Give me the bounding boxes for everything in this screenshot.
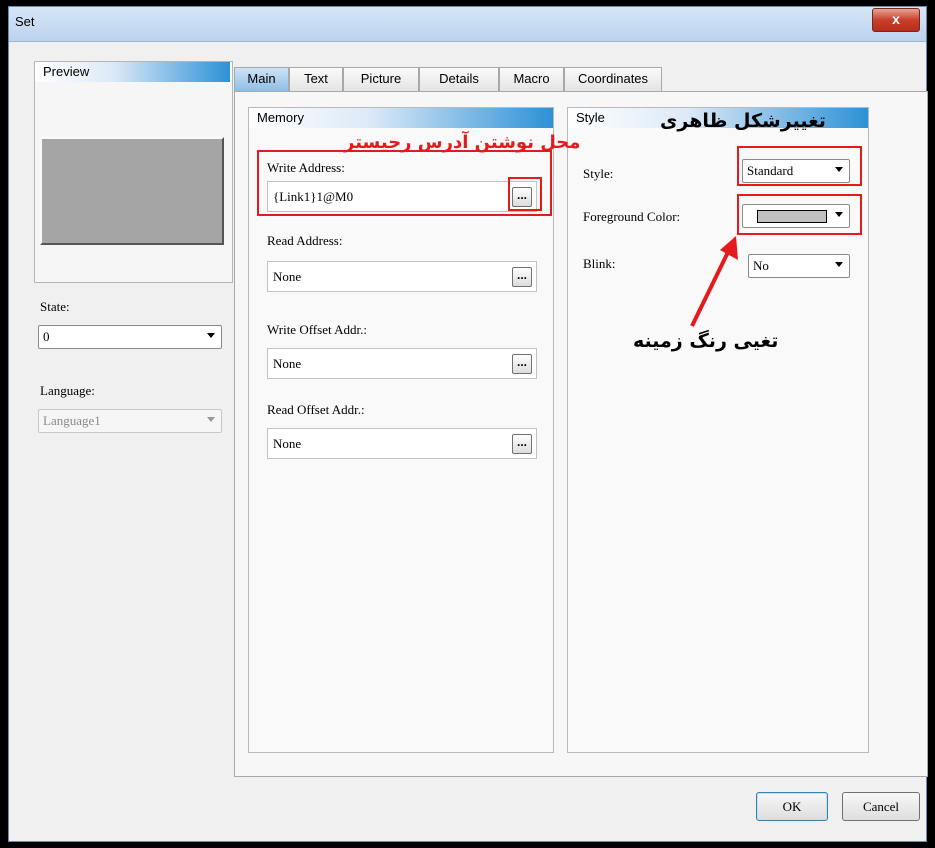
preview-panel: Preview [34,61,233,283]
read-offset-field[interactable]: None ... [267,428,537,459]
foreground-color-label: Foreground Color: [583,209,681,224]
tab-text[interactable]: Text [289,67,343,91]
style-highlight [737,146,862,186]
write-offset-value: None [273,356,302,371]
window-title: Set [15,14,35,29]
tab-coordinates[interactable]: Coordinates [564,67,662,91]
blink-value: No [753,258,769,273]
arrow-head [720,236,738,260]
state-select[interactable]: 0 [38,325,222,349]
memory-header: Memory [249,108,553,128]
browse-button-highlight [508,177,542,211]
language-value: Language1 [43,413,101,428]
foreground-color-highlight [737,194,862,235]
read-address-label: Read Address: [267,233,343,248]
annotation-arrow [690,236,738,327]
blink-label: Blink: [583,256,616,271]
language-select: Language1 [38,409,222,433]
read-address-field[interactable]: None ... [267,261,537,292]
write-offset-field[interactable]: None ... [267,348,537,379]
read-offset-value: None [273,436,302,451]
annotation-appearance: تغییرشکل ظاهری [660,110,826,132]
title-bar: Set x [9,7,926,42]
state-value: 0 [43,329,50,344]
write-offset-browse-button[interactable]: ... [512,354,532,374]
tab-picture[interactable]: Picture [343,67,419,91]
arrow-shaft [690,247,732,327]
read-address-browse-button[interactable]: ... [512,267,532,287]
tab-details[interactable]: Details [419,67,499,91]
blink-select[interactable]: No [748,254,850,278]
read-address-value: None [273,269,302,284]
chevron-down-icon [207,417,215,422]
read-offset-label: Read Offset Addr.: [267,402,365,417]
preview-image [40,137,224,245]
language-label: Language: [40,383,95,398]
ok-button[interactable]: OK [756,792,828,821]
state-label: State: [40,299,70,314]
close-button[interactable]: x [872,8,920,32]
annotation-register-address: محل نوشتن آدرس رجیستر [344,132,581,153]
tab-main[interactable]: Main [234,67,289,91]
preview-header: Preview [35,62,230,82]
style-label: Style: [583,166,614,181]
chevron-down-icon [835,262,843,267]
read-offset-browse-button[interactable]: ... [512,434,532,454]
write-offset-label: Write Offset Addr.: [267,322,367,337]
chevron-down-icon [207,333,215,338]
cancel-button[interactable]: Cancel [842,792,920,821]
tab-macro[interactable]: Macro [499,67,564,91]
